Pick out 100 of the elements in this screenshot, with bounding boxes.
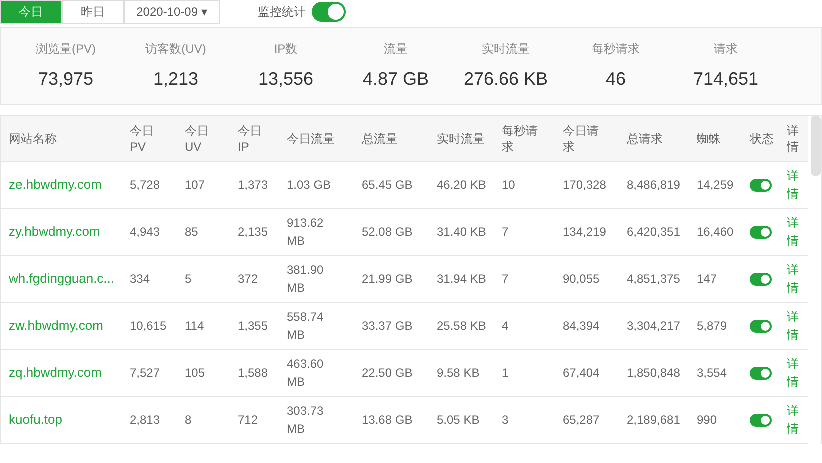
table-cell-text: 372 xyxy=(238,271,260,288)
table-cell-text: 712 xyxy=(238,412,260,429)
table-cell-text: 147 xyxy=(697,271,718,288)
table-cell-text: 170,328 xyxy=(563,177,608,194)
status-toggle[interactable] xyxy=(750,272,772,286)
stat-value: 46 xyxy=(606,68,626,90)
table-cell-text: 1,588 xyxy=(238,365,270,382)
status-toggle[interactable] xyxy=(750,320,772,332)
table-cell-text: 2,189,681 xyxy=(627,412,682,429)
table-cell-text: 33.37 GB xyxy=(362,318,414,335)
column-header: 今日PV xyxy=(130,122,155,154)
monitor-label: 监控统计 xyxy=(258,4,306,21)
table-cell-text: 107 xyxy=(185,177,206,194)
table-cell-text: 1 xyxy=(502,365,510,382)
site-link[interactable]: zy.hbwdmy.com xyxy=(9,224,100,240)
table-cell-text: 65,287 xyxy=(563,412,601,429)
table-cell-text: 3,554 xyxy=(697,365,728,382)
table-cell-text: 4 xyxy=(502,318,510,335)
stat-value: 714,651 xyxy=(693,68,759,90)
stat-label: 浏览量(PV) xyxy=(36,40,96,58)
table-cell-text: 134,219 xyxy=(563,224,608,241)
date-dropdown[interactable]: 2020-10-09 ▾ xyxy=(124,0,220,24)
stat-value: 73,975 xyxy=(38,68,94,90)
table-cell-text: 8 xyxy=(185,412,193,429)
table-cell-text: 14,259 xyxy=(697,177,735,194)
table-cell-text: 5.05 KB xyxy=(437,412,481,429)
table-cell-text: 303.73 MB xyxy=(287,403,325,438)
table-cell-text: 52.08 GB xyxy=(362,224,414,241)
site-link[interactable]: zw.hbwdmy.com xyxy=(9,318,104,334)
table-cell-text: 31.40 KB xyxy=(437,224,487,241)
site-link[interactable]: zq.hbwdmy.com xyxy=(9,365,102,380)
table-cell-text: 2,813 xyxy=(130,412,162,429)
scrollbar[interactable] xyxy=(811,116,821,176)
status-toggle[interactable] xyxy=(750,366,772,380)
status-toggle[interactable] xyxy=(750,226,772,238)
stat-label: 每秒请求 xyxy=(592,40,640,58)
table-cell-text: 1,355 xyxy=(238,318,270,335)
column-header: 今日流量 xyxy=(287,130,336,146)
table-cell-text: 90,055 xyxy=(563,271,601,288)
site-link[interactable]: wh.fgdingguan.c... xyxy=(9,271,115,286)
table-cell-text: 13.68 GB xyxy=(362,412,414,429)
details-link[interactable]: 详情 xyxy=(787,355,801,391)
table-cell-text: 85 xyxy=(185,224,200,241)
table-cell-text: 4,851,375 xyxy=(627,271,682,288)
table-cell-text: 558.74 MB xyxy=(287,309,325,344)
table-cell-text: 7 xyxy=(502,224,510,241)
table-cell-text: 3,304,217 xyxy=(627,318,682,335)
stat-value: 13,556 xyxy=(258,68,314,90)
table-cell-text: 22.50 GB xyxy=(362,365,414,382)
table-cell-text: 381.90 MB xyxy=(287,262,325,297)
table-cell-text: 25.58 KB xyxy=(437,318,487,335)
day-tab[interactable]: 昨日 xyxy=(62,0,124,24)
table-cell-text: 4,943 xyxy=(130,224,162,241)
table-cell-text: 9.58 KB xyxy=(437,365,481,382)
table-cell-text: 1.03 GB xyxy=(287,177,332,194)
table-cell-text: 7,527 xyxy=(130,365,162,382)
stat-value: 4.87 GB xyxy=(362,68,430,90)
table-cell-text: 5 xyxy=(185,271,193,288)
column-header: 今日UV xyxy=(185,122,210,154)
status-toggle[interactable] xyxy=(750,178,772,192)
table-cell-text: 3 xyxy=(502,412,510,429)
table-cell-text: 2,135 xyxy=(238,224,270,241)
table-cell-text: 84,394 xyxy=(563,318,601,335)
details-link[interactable]: 详情 xyxy=(787,214,801,250)
details-link[interactable]: 详情 xyxy=(787,402,801,438)
column-header: 实时流量 xyxy=(437,130,486,146)
table-cell-text: 31.94 KB xyxy=(437,271,487,288)
table-cell-text: 7 xyxy=(502,271,510,288)
details-link[interactable]: 详情 xyxy=(787,308,801,344)
column-header: 每秒请求 xyxy=(502,122,539,154)
table-cell-text: 5,728 xyxy=(130,177,162,194)
table-cell-text: 5,879 xyxy=(697,318,728,335)
stat-label: 实时流量 xyxy=(482,40,530,58)
table-cell-text: 105 xyxy=(185,365,206,382)
stat-value: 1,213 xyxy=(153,68,199,90)
table-cell-text: 1,373 xyxy=(238,177,270,194)
column-header: 总请求 xyxy=(627,130,664,146)
stat-label: 访客数(UV) xyxy=(146,40,206,58)
status-toggle[interactable] xyxy=(750,414,772,426)
monitor-toggle[interactable] xyxy=(312,2,346,22)
stat-label: 请求 xyxy=(714,40,738,58)
column-header: 网站名称 xyxy=(9,130,58,146)
stat-label: IP数 xyxy=(274,40,298,58)
column-header: 总流量 xyxy=(362,130,399,146)
day-tab[interactable]: 今日 xyxy=(0,0,62,24)
table-cell-text: 46.20 KB xyxy=(437,177,487,194)
table-cell-text: 1,850,848 xyxy=(627,365,682,382)
table-cell-text: 10,615 xyxy=(130,318,168,335)
details-link[interactable]: 详情 xyxy=(787,167,801,203)
table-cell-text: 21.99 GB xyxy=(362,271,414,288)
table-cell-text: 334 xyxy=(130,271,152,288)
table-cell-text: 6,420,351 xyxy=(627,224,682,241)
column-header: 详情 xyxy=(787,122,800,154)
table-cell-text: 913.62 MB xyxy=(287,215,325,250)
column-header: 状态 xyxy=(750,130,775,146)
column-header: 蜘蛛 xyxy=(697,130,722,146)
site-link[interactable]: ze.hbwdmy.com xyxy=(9,177,102,192)
site-link[interactable]: kuofu.top xyxy=(9,412,62,428)
stat-label: 流量 xyxy=(384,40,408,58)
details-link[interactable]: 详情 xyxy=(787,261,801,297)
